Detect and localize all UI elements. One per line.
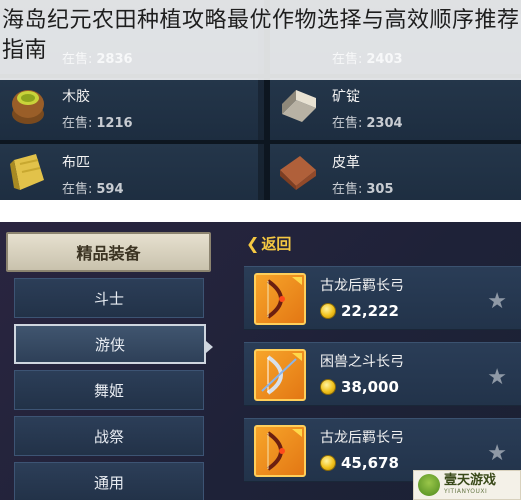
longbow-icon: [254, 273, 306, 325]
active-pointer-icon: [206, 341, 213, 353]
category-item-ranger[interactable]: 游侠: [14, 324, 206, 364]
item-price: 38,000: [341, 378, 399, 396]
item-price: 45,678: [341, 454, 399, 472]
material-name: 布匹: [62, 155, 90, 171]
site-watermark: 壹天游戏 YITIANYOUXI: [413, 470, 521, 500]
longbow-icon: [254, 425, 306, 477]
equipment-shop-panel: 精品装备 斗士 游侠 舞姬 战祭 通用 ❮ 返回 古龙后羁长弓 22,222 ★: [0, 222, 521, 500]
ore-ingot-icon: [276, 84, 320, 128]
back-button[interactable]: ❮ 返回: [246, 232, 291, 254]
category-header[interactable]: 精品装备: [6, 232, 211, 272]
longbow-icon: [254, 349, 306, 401]
watermark-subtitle: YITIANYOUXI: [444, 488, 488, 495]
category-sidebar: 精品装备 斗士 游侠 舞姬 战祭 通用: [0, 222, 220, 500]
watermark-name: 壹天游戏: [444, 473, 497, 488]
material-stock: 在售: 594: [62, 182, 124, 197]
article-title: 海岛纪元农田种植攻略最优作物选择与高效顺序推荐指南: [0, 0, 521, 80]
category-item-dancer[interactable]: 舞姬: [14, 370, 204, 410]
material-name: 皮革: [332, 155, 360, 171]
material-name: 木胶: [62, 89, 90, 105]
item-name: 困兽之斗长弓: [320, 354, 404, 370]
watermark-text-block: 壹天游戏 YITIANYOUXI: [444, 474, 496, 496]
star-icon[interactable]: ★: [487, 441, 507, 466]
wood-glue-icon: [6, 84, 50, 128]
material-cell-cloth[interactable]: 布匹 在售: 594: [0, 144, 258, 200]
material-stock: 在售: 305: [332, 182, 394, 197]
gold-coin-icon: [320, 455, 336, 471]
leather-icon: [276, 150, 320, 194]
category-item-general[interactable]: 通用: [14, 462, 204, 500]
category-item-war-priest[interactable]: 战祭: [14, 416, 204, 456]
cloth-icon: [6, 150, 50, 194]
back-label: 返回: [261, 234, 292, 253]
material-stock: 在售: 1216: [62, 116, 133, 131]
item-name: 古龙后羁长弓: [320, 430, 404, 446]
site-logo-icon: [418, 474, 440, 496]
material-name: 矿锭: [332, 89, 360, 105]
material-cell-wood-glue[interactable]: 木胶 在售: 1216: [0, 78, 258, 140]
category-item-fighter[interactable]: 斗士: [14, 278, 204, 318]
gold-coin-icon: [320, 379, 336, 395]
item-name: 古龙后羁长弓: [320, 278, 404, 294]
gold-coin-icon: [320, 303, 336, 319]
material-cell-leather[interactable]: 皮革 在售: 305: [270, 144, 521, 200]
shop-item-card[interactable]: 古龙后羁长弓 22,222 ★: [244, 266, 521, 330]
materials-market-panel: 在售:2836 在售:2403 木胶 在售:1216: [0, 0, 521, 200]
chevron-left-icon: ❮: [246, 233, 260, 253]
item-price: 22,222: [341, 302, 399, 320]
material-cell-ore-ingot[interactable]: 矿锭 在售: 2304: [270, 78, 521, 140]
shop-item-card[interactable]: 困兽之斗长弓 38,000 ★: [244, 342, 521, 406]
star-icon[interactable]: ★: [487, 289, 507, 314]
star-icon[interactable]: ★: [487, 365, 507, 390]
material-stock: 在售: 2304: [332, 116, 403, 131]
